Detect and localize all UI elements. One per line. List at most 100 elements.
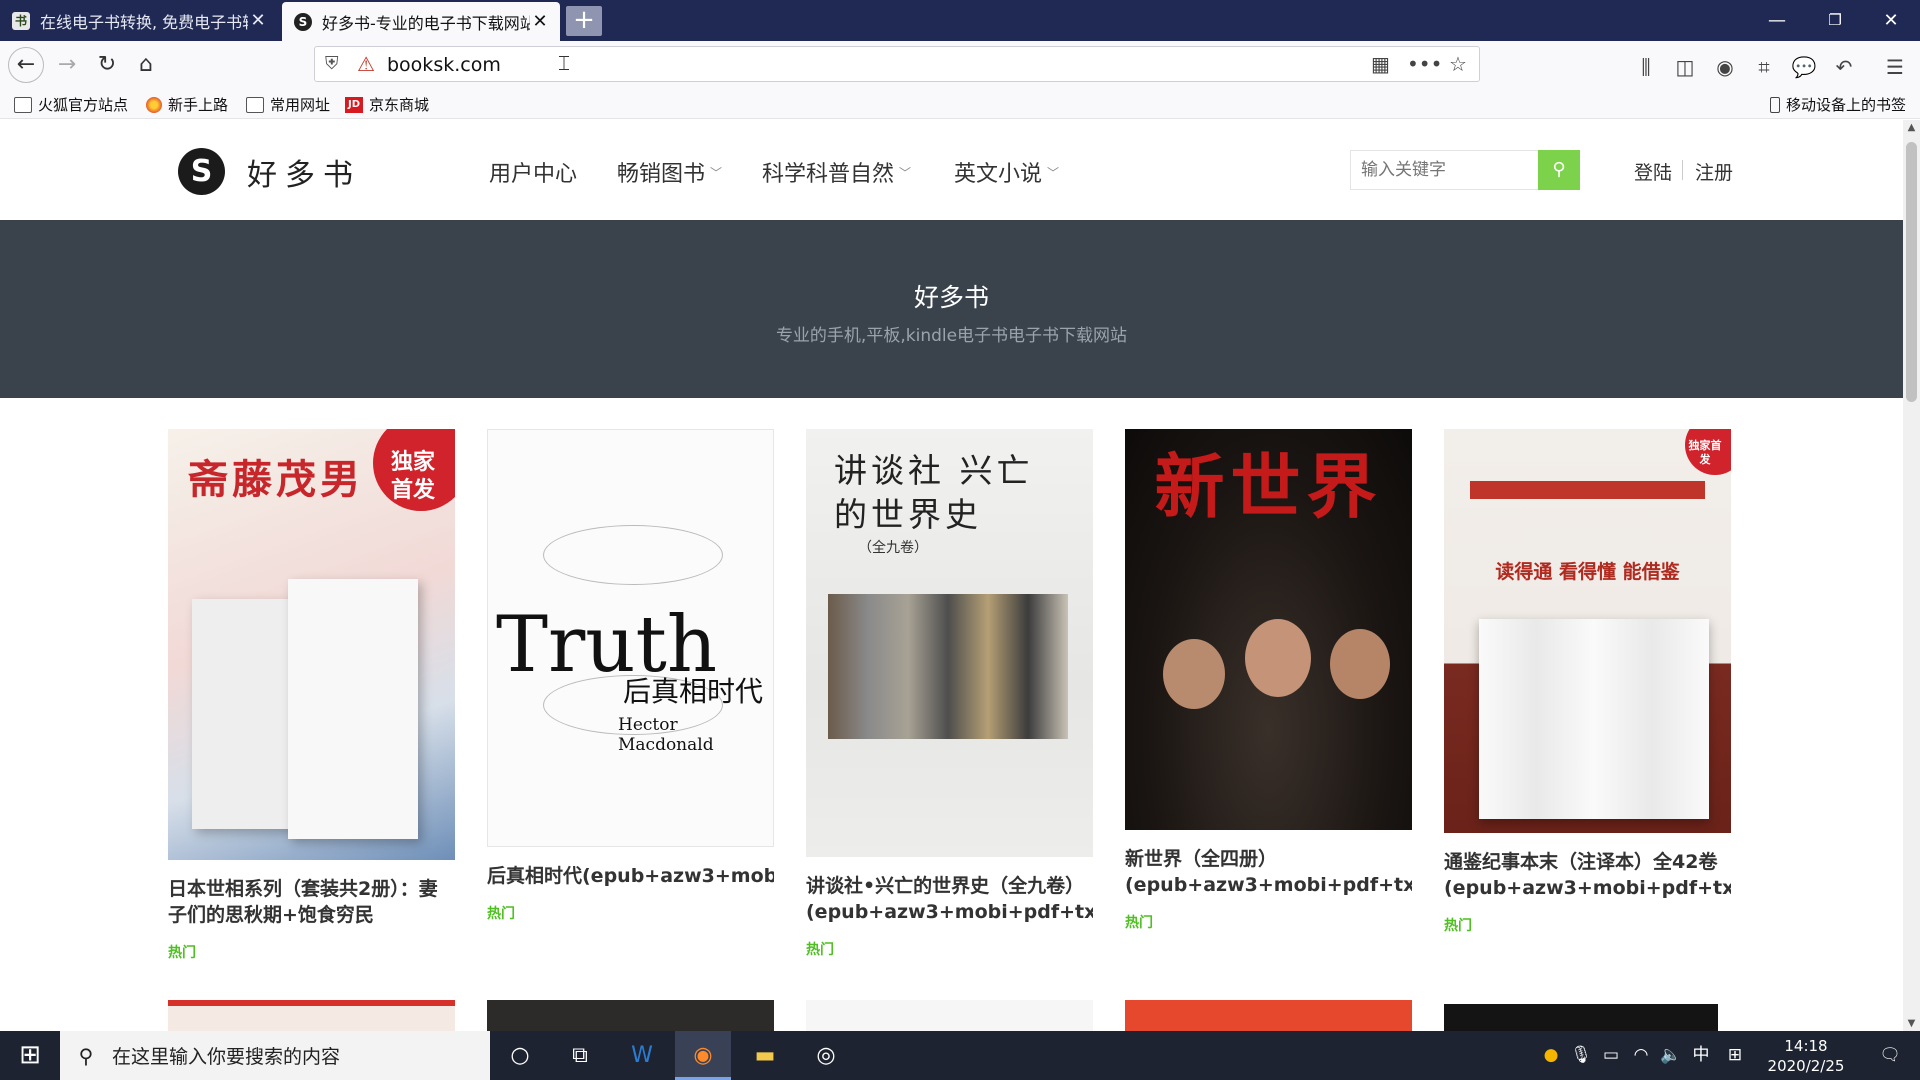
menu-science[interactable]: 科学科普自然 ﹀	[762, 156, 911, 188]
restore-button[interactable]: ❐	[1806, 0, 1864, 41]
book-cover[interactable]: 斋藤茂男 独家首发	[168, 429, 455, 860]
site-header: S 好多书 用户中心 畅销图书 ﹀ 科学科普自然 ﹀ 英文小说 ﹀ ⚲ 登陆 注…	[0, 120, 1903, 220]
menu-english-novels[interactable]: 英文小说 ﹀	[954, 156, 1059, 188]
sidebar-icon[interactable]: ◫	[1670, 55, 1700, 79]
search-button[interactable]: ⚲	[1538, 150, 1580, 190]
insecure-connection-icon[interactable]: ⚠	[357, 52, 375, 76]
bookmark-jd[interactable]: JD 京东商城	[345, 94, 429, 115]
close-window-button[interactable]: ✕	[1862, 0, 1920, 41]
menu-bestsellers[interactable]: 畅销图书 ﹀	[617, 156, 722, 188]
book-card[interactable]: 斋藤茂男 独家首发 日本世相系列（套装共2册）：妻子们的思秋期+饱食穷民 热门	[168, 429, 455, 962]
screenshot-icon[interactable]: ⌗	[1749, 55, 1779, 79]
book-title[interactable]: 日本世相系列（套装共2册）：妻子们的思秋期+饱食穷民	[168, 876, 455, 928]
book-cover[interactable]	[806, 1000, 1093, 1031]
start-button[interactable]: ⊞	[0, 1031, 60, 1080]
book-card[interactable]: Truth 后真相时代 Hector Macdonald 后真相时代(epub+…	[487, 429, 774, 923]
url-text[interactable]: booksk.com	[387, 54, 501, 76]
scrollbar-thumb[interactable]	[1906, 142, 1917, 402]
library-icon[interactable]: ⫼	[1631, 55, 1661, 79]
tracking-shield-icon[interactable]: ⛨	[325, 53, 339, 74]
reload-button[interactable]: ↻	[90, 49, 124, 81]
bookmark-star-icon[interactable]: ☆	[1449, 52, 1467, 76]
bookmark-getting-started[interactable]: 新手上路	[146, 94, 228, 115]
book-card[interactable]: 讲谈社 兴亡的世界史 （全九卷） 讲谈社•兴亡的世界史（全九卷）(epub+az…	[806, 429, 1093, 959]
chat-icon[interactable]: 💬	[1789, 55, 1819, 79]
ime-indicator[interactable]: 中	[1688, 1031, 1714, 1080]
menu-user-center[interactable]: 用户中心	[489, 156, 577, 188]
taskbar-search-placeholder: 在这里输入你要搜索的内容	[112, 1046, 341, 1068]
badge-text: 独家首发	[1688, 439, 1722, 466]
system-clock[interactable]: 14:18 2020/2/25	[1760, 1036, 1852, 1076]
scroll-up-icon[interactable]: ▲	[1903, 122, 1920, 133]
login-link[interactable]: 登陆	[1634, 158, 1672, 185]
ime-mode-icon[interactable]: ⊞	[1722, 1031, 1748, 1080]
close-tab-icon[interactable]: ✕	[248, 10, 268, 31]
wifi-icon[interactable]: ◠	[1628, 1031, 1654, 1080]
book-cover[interactable]	[487, 1000, 774, 1031]
book-cover[interactable]: 讲谈社 兴亡的世界史 （全九卷）	[806, 429, 1093, 857]
scroll-down-icon[interactable]: ▼	[1903, 1018, 1920, 1029]
site-favicon-icon: 书	[12, 11, 30, 30]
chevron-down-icon: ﹀	[710, 165, 723, 180]
battery-icon[interactable]: ▭	[1598, 1031, 1624, 1080]
cover-banner	[1470, 481, 1705, 499]
book-card[interactable]: 读得通 看得懂 能借鉴 独家首发 通鉴纪事本末（注译本）全42卷(epub+az…	[1444, 429, 1731, 935]
book-title[interactable]: 通鉴纪事本末（注译本）全42卷(epub+azw3+mobi+pdf+txt+w…	[1444, 849, 1731, 901]
hot-tag: 热门	[1125, 915, 1153, 931]
notifications-icon[interactable]: 🗨	[1868, 1031, 1912, 1080]
tray-app-icon[interactable]: ●	[1538, 1031, 1564, 1080]
book-cover[interactable]	[1125, 1000, 1412, 1031]
wps-writer-icon[interactable]: W	[614, 1031, 670, 1080]
close-tab-icon[interactable]: ✕	[530, 11, 550, 32]
book-title[interactable]: 新世界（全四册）(epub+azw3+mobi+pdf+txt+word)	[1125, 846, 1412, 898]
home-button[interactable]: ⌂	[129, 49, 163, 81]
taskbar-search[interactable]: ⚲ 在这里输入你要搜索的内容	[60, 1031, 490, 1080]
firefox-taskbar-icon[interactable]: ◉	[675, 1031, 731, 1080]
new-tab-button[interactable]: +	[566, 6, 602, 36]
menu-icon[interactable]: ☰	[1880, 55, 1910, 79]
register-link[interactable]: 注册	[1695, 158, 1733, 185]
logo-mark: S	[178, 148, 225, 195]
forward-button[interactable]: →	[50, 49, 84, 81]
back-button[interactable]: ←	[8, 47, 44, 83]
browser-tab-ebook-convert[interactable]: 书 在线电子书转换, 免费电子书转换 ✕	[0, 0, 278, 41]
book-card[interactable]: 新世界 新世界（全四册）(epub+azw3+mobi+pdf+txt+word…	[1125, 429, 1412, 932]
jd-icon: JD	[345, 96, 363, 113]
site-search: ⚲	[1350, 150, 1580, 190]
mobile-bookmarks[interactable]: 移动设备上的书签	[1770, 94, 1906, 115]
hot-tag: 热门	[806, 942, 834, 958]
task-view-icon[interactable]: ⧉	[552, 1031, 608, 1080]
file-explorer-icon[interactable]: ▬	[737, 1031, 793, 1080]
media-app-icon[interactable]: ◎	[798, 1031, 854, 1080]
page-actions-icon[interactable]: •••	[1407, 52, 1442, 76]
book-cover[interactable]	[1444, 1004, 1718, 1031]
chevron-down-icon: ﹀	[899, 165, 912, 180]
cover-title: 新世界	[1154, 446, 1383, 528]
volume-icon[interactable]: 🔈	[1658, 1031, 1684, 1080]
book-title[interactable]: 讲谈社•兴亡的世界史（全九卷）(epub+azw3+mobi+pdf+txt+w…	[806, 873, 1093, 925]
bookmark-common-sites[interactable]: 常用网址	[246, 94, 330, 115]
hot-tag: 热门	[487, 906, 515, 922]
book-cover[interactable]: 新世界	[1125, 429, 1412, 830]
banner-title: 好多书	[913, 283, 989, 312]
menu-label: 用户中心	[489, 162, 578, 187]
microphone-icon[interactable]: 🎙	[1568, 1031, 1594, 1080]
undo-icon[interactable]: ↶	[1829, 55, 1859, 79]
book-cover[interactable]: 读得通 看得懂 能借鉴 独家首发	[1444, 429, 1731, 833]
page-scrollbar[interactable]: ▲ ▼	[1903, 120, 1920, 1031]
booksk-favicon-icon: S	[294, 12, 312, 31]
bookmark-firefox-official[interactable]: 火狐官方站点	[14, 94, 128, 115]
site-logo[interactable]: S 好多书	[178, 148, 361, 195]
cortana-icon[interactable]: ○	[492, 1031, 548, 1080]
browser-tab-booksk[interactable]: S 好多书-专业的电子书下载网站 ✕	[282, 2, 560, 41]
book-cover[interactable]	[168, 1000, 455, 1031]
book-box-image	[288, 579, 418, 839]
book-title[interactable]: 后真相时代(epub+azw3+mobi+pdf+txt+word)	[487, 863, 774, 889]
account-icon[interactable]: ◉	[1710, 55, 1740, 79]
menu-label: 科学科普自然	[762, 162, 895, 187]
minimize-button[interactable]: —	[1748, 0, 1806, 41]
search-input[interactable]	[1351, 151, 1537, 189]
address-bar[interactable]: ⛨ ⚠ booksk.com ⌶ ▦ ••• ☆	[314, 46, 1480, 82]
qr-code-icon[interactable]: ▦	[1371, 52, 1390, 76]
book-cover[interactable]: Truth 后真相时代 Hector Macdonald	[487, 429, 774, 847]
